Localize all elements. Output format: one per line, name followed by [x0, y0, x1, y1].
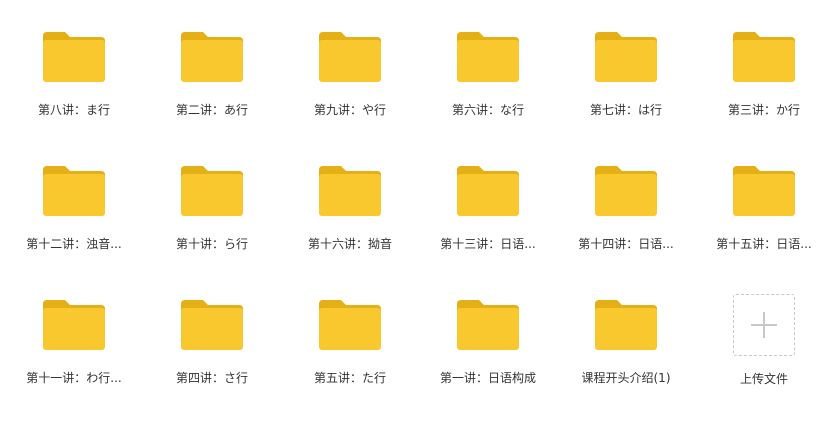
- folder-item[interactable]: 第十四讲：日语...: [557, 134, 695, 254]
- folder-label: 第一讲：日语构成: [439, 371, 536, 385]
- folder-label: 第十二讲：浊音...: [26, 237, 122, 251]
- folder-icon: [181, 164, 243, 216]
- folder-icon: [319, 30, 381, 82]
- folder-label: 第十三讲：日语...: [440, 237, 536, 251]
- folder-icon: [319, 164, 381, 216]
- folder-item[interactable]: 第十五讲：日语...: [695, 134, 831, 254]
- folder-icon: [457, 164, 519, 216]
- folder-icon: [43, 30, 105, 82]
- folder-label: 第六讲：な行: [451, 103, 524, 117]
- folder-label: 第九讲：や行: [313, 103, 386, 117]
- folder-icon: [733, 164, 795, 216]
- folder-icon: [457, 298, 519, 350]
- folder-label: 第三讲：か行: [727, 103, 800, 117]
- folder-icon: [319, 298, 381, 350]
- folder-icon: [43, 298, 105, 350]
- folder-icon: [595, 164, 657, 216]
- folder-icon: [457, 30, 519, 82]
- folder-item[interactable]: 第七讲：は行: [557, 0, 695, 120]
- folder-label: 第十讲：ら行: [175, 237, 248, 251]
- folder-item[interactable]: 第十三讲：日语...: [419, 134, 557, 254]
- folder-item[interactable]: 第十二讲：浊音...: [5, 134, 143, 254]
- folder-item[interactable]: 第十一讲：わ行...: [5, 268, 143, 388]
- folder-item[interactable]: 第二讲：あ行: [143, 0, 281, 120]
- folder-label: 第十一讲：わ行...: [26, 371, 122, 385]
- folder-label: 第五讲：た行: [313, 371, 386, 385]
- folder-icon: [181, 30, 243, 82]
- folder-item[interactable]: 第十讲：ら行: [143, 134, 281, 254]
- folder-label: 第八讲：ま行: [37, 103, 110, 117]
- folder-item[interactable]: 第五讲：た行: [281, 268, 419, 388]
- folder-icon: [181, 298, 243, 350]
- folder-icon: [595, 30, 657, 82]
- folder-label: 第十四讲：日语...: [578, 237, 674, 251]
- folder-item[interactable]: 第九讲：や行: [281, 0, 419, 120]
- folder-item[interactable]: 第三讲：か行: [695, 0, 831, 120]
- plus-icon: [751, 312, 777, 338]
- folder-icon: [595, 298, 657, 350]
- folder-label: 第十六讲：拗音: [307, 237, 392, 251]
- folder-label: 第四讲：さ行: [175, 371, 248, 385]
- folder-label: 第七讲：は行: [589, 103, 662, 117]
- folder-icon: [733, 30, 795, 82]
- folder-item[interactable]: 第八讲：ま行: [5, 0, 143, 120]
- folder-item[interactable]: 第十六讲：拗音: [281, 134, 419, 254]
- file-grid: 第八讲：ま行 第二讲：あ行 第九讲：や行 第六讲：な行 第七讲：は行 第三讲：か…: [0, 0, 831, 442]
- folder-label: 第十五讲：日语...: [716, 237, 812, 251]
- folder-item[interactable]: 课程开头介绍(1): [557, 268, 695, 388]
- folder-icon: [43, 164, 105, 216]
- folder-label: 第二讲：あ行: [175, 103, 248, 117]
- folder-item[interactable]: 第一讲：日语构成: [419, 268, 557, 388]
- folder-item[interactable]: 第六讲：な行: [419, 0, 557, 120]
- folder-label: 课程开头介绍(1): [581, 371, 671, 385]
- upload-file-label[interactable]: 上传文件: [695, 371, 831, 387]
- folder-item[interactable]: 第四讲：さ行: [143, 268, 281, 388]
- upload-file-button[interactable]: [733, 294, 795, 356]
